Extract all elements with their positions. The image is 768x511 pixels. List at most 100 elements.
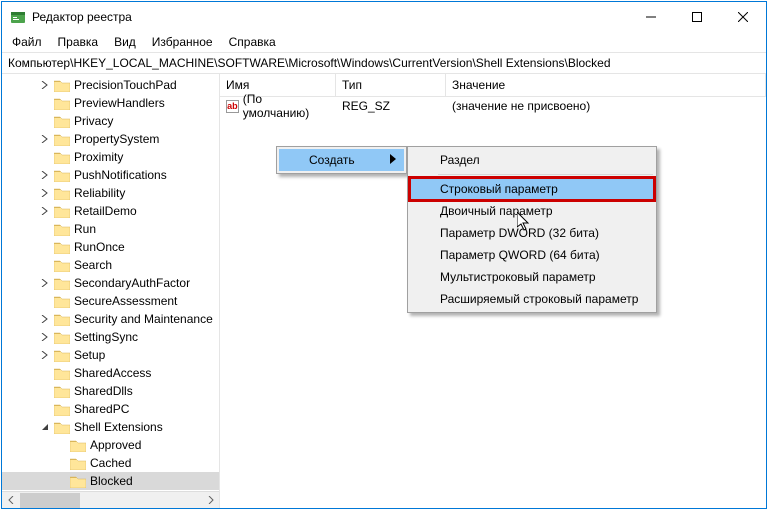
no-expander: [38, 150, 52, 164]
tree-item[interactable]: Proximity: [2, 148, 219, 166]
submenu-string-value[interactable]: Строковый параметр: [410, 178, 654, 200]
menu-file[interactable]: Файл: [6, 33, 48, 51]
folder-icon: [54, 205, 70, 218]
column-value[interactable]: Значение: [446, 74, 766, 96]
address-bar[interactable]: Компьютер\HKEY_LOCAL_MACHINE\SOFTWARE\Mi…: [2, 52, 766, 74]
expand-icon[interactable]: [38, 78, 52, 92]
submenu-binary-value[interactable]: Двоичный параметр: [410, 200, 654, 222]
column-type[interactable]: Тип: [336, 74, 446, 96]
expand-icon[interactable]: [38, 186, 52, 200]
folder-icon: [54, 385, 70, 398]
folder-icon: [54, 151, 70, 164]
no-expander: [38, 294, 52, 308]
tree-item[interactable]: PushNotifications: [2, 166, 219, 184]
expand-icon[interactable]: [38, 132, 52, 146]
tree-item-label: SharedPC: [74, 402, 129, 416]
tree-item-label: PrecisionTouchPad: [74, 78, 177, 92]
submenu-multistring-value[interactable]: Мультистроковый параметр: [410, 266, 654, 288]
no-expander: [54, 438, 68, 452]
expand-icon[interactable]: [38, 276, 52, 290]
folder-icon: [54, 133, 70, 146]
scroll-thumb[interactable]: [20, 493, 80, 508]
expand-icon[interactable]: [38, 348, 52, 362]
folder-icon: [54, 97, 70, 110]
collapse-icon[interactable]: [38, 420, 52, 434]
tree-item-label: Search: [74, 258, 112, 272]
tree-item-label: Shell Extensions: [74, 420, 163, 434]
minimize-button[interactable]: [628, 2, 674, 32]
expand-icon[interactable]: [38, 312, 52, 326]
maximize-button[interactable]: [674, 2, 720, 32]
tree-item[interactable]: Cached: [2, 454, 219, 472]
tree-item[interactable]: SecureAssessment: [2, 292, 219, 310]
folder-icon: [54, 421, 70, 434]
tree-item[interactable]: Shell Extensions: [2, 418, 219, 436]
tree-item[interactable]: SecondaryAuthFactor: [2, 274, 219, 292]
menu-favorites[interactable]: Избранное: [146, 33, 219, 51]
submenu-key[interactable]: Раздел: [410, 149, 654, 171]
expand-icon[interactable]: [38, 168, 52, 182]
window-controls: [628, 2, 766, 32]
scroll-left-icon[interactable]: [2, 492, 19, 509]
submenu-arrow-icon: [390, 153, 396, 167]
expand-icon[interactable]: [38, 330, 52, 344]
tree-item[interactable]: PrecisionTouchPad: [2, 76, 219, 94]
tree-item[interactable]: Run: [2, 220, 219, 238]
folder-icon: [54, 295, 70, 308]
titlebar[interactable]: Редактор реестра: [2, 2, 766, 32]
folder-icon: [54, 349, 70, 362]
tree-item[interactable]: RetailDemo: [2, 202, 219, 220]
menu-help[interactable]: Справка: [223, 33, 282, 51]
tree-item-label: RetailDemo: [74, 204, 137, 218]
registry-editor-window: Редактор реестра Файл Правка Вид Избранн…: [1, 1, 767, 509]
tree-hscrollbar[interactable]: [2, 491, 219, 508]
menu-edit[interactable]: Правка: [52, 33, 105, 51]
tree-item[interactable]: Security and Maintenance: [2, 310, 219, 328]
submenu-qword-value[interactable]: Параметр QWORD (64 бита): [410, 244, 654, 266]
context-menu-create[interactable]: Создать: [279, 149, 404, 171]
tree-item[interactable]: SharedAccess: [2, 364, 219, 382]
string-value-icon: ab: [226, 100, 239, 113]
registry-tree: PrecisionTouchPad PreviewHandlers Privacy P…: [2, 74, 219, 491]
no-expander: [38, 366, 52, 380]
tree-item-label: Run: [74, 222, 96, 236]
tree-item-label: Blocked: [90, 474, 133, 488]
submenu-dword-value[interactable]: Параметр DWORD (32 бита): [410, 222, 654, 244]
tree-item[interactable]: SharedPC: [2, 400, 219, 418]
submenu-expandstring-value[interactable]: Расширяемый строковый параметр: [410, 288, 654, 310]
value-data: (значение не присвоено): [446, 99, 766, 113]
folder-icon: [54, 241, 70, 254]
tree-item[interactable]: Privacy: [2, 112, 219, 130]
scroll-right-icon[interactable]: [202, 492, 219, 509]
tree-item[interactable]: PropertySystem: [2, 130, 219, 148]
tree-item[interactable]: RunOnce: [2, 238, 219, 256]
list-row[interactable]: ab (По умолчанию) REG_SZ (значение не пр…: [220, 97, 766, 115]
app-icon: [10, 9, 26, 25]
tree-item[interactable]: PreviewHandlers: [2, 94, 219, 112]
tree-item-label: Cached: [90, 456, 131, 470]
no-expander: [54, 474, 68, 488]
content-area: PrecisionTouchPad PreviewHandlers Privacy P…: [2, 74, 766, 508]
tree-item[interactable]: SettingSync: [2, 328, 219, 346]
menu-view[interactable]: Вид: [108, 33, 142, 51]
tree-item-label: RunOnce: [74, 240, 125, 254]
tree-item[interactable]: Reliability: [2, 184, 219, 202]
tree-item[interactable]: SharedDlls: [2, 382, 219, 400]
folder-icon: [54, 223, 70, 236]
address-path: Компьютер\HKEY_LOCAL_MACHINE\SOFTWARE\Mi…: [8, 56, 611, 70]
list-pane[interactable]: Имя Тип Значение ab (По умолчанию) REG_S…: [220, 74, 766, 508]
tree-item[interactable]: Blocked: [2, 472, 219, 490]
tree-item[interactable]: Search: [2, 256, 219, 274]
expand-icon[interactable]: [38, 204, 52, 218]
context-submenu-new: Раздел Строковый параметр Двоичный парам…: [407, 146, 657, 313]
no-expander: [38, 240, 52, 254]
tree-pane[interactable]: PrecisionTouchPad PreviewHandlers Privacy P…: [2, 74, 220, 508]
no-expander: [54, 456, 68, 470]
tree-item[interactable]: Setup: [2, 346, 219, 364]
close-button[interactable]: [720, 2, 766, 32]
tree-item[interactable]: Approved: [2, 436, 219, 454]
folder-icon: [70, 439, 86, 452]
context-menu: Создать: [276, 146, 407, 174]
tree-item-label: Privacy: [74, 114, 113, 128]
folder-icon: [54, 277, 70, 290]
